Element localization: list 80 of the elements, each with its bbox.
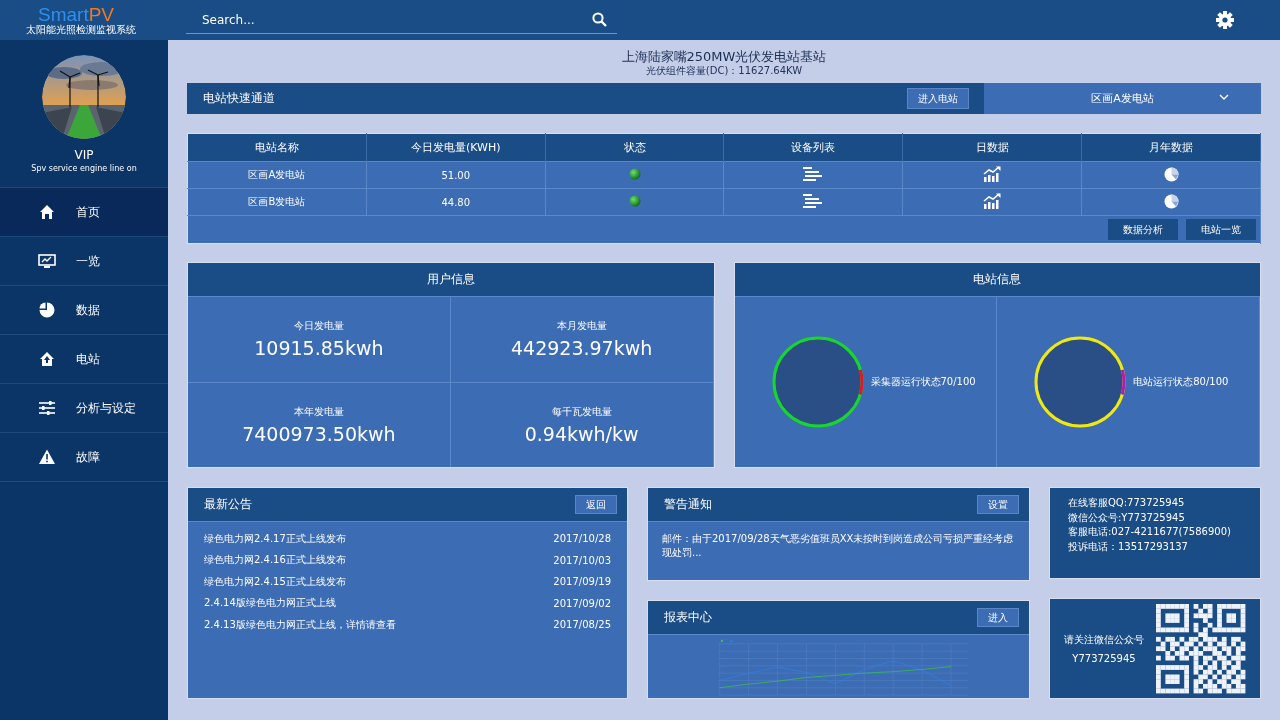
table-cell: 区画B发电站 — [187, 188, 367, 216]
sliders-icon — [38, 399, 56, 417]
column-header: 月年数据 — [1081, 133, 1261, 162]
trend-chart-icon[interactable] — [983, 166, 1002, 182]
list-icon[interactable] — [803, 194, 824, 208]
table-cell: 44.80 — [366, 188, 546, 216]
pie-icon — [38, 301, 56, 319]
home-icon — [38, 203, 56, 221]
chevron-down-icon — [1219, 94, 1229, 101]
gauge-label: 采集器运行状态70/100 — [870, 375, 976, 389]
column-header: 今日发电量(KWH) — [366, 133, 546, 162]
search-icon[interactable] — [592, 12, 607, 27]
card-title: 警告通知 — [664, 496, 712, 513]
contact-line: 微信公众号:Y773725945 — [1068, 511, 1186, 524]
column-header: 日数据 — [902, 133, 1082, 162]
contact-line: 在线客服QQ:773725945 — [1068, 497, 1186, 510]
column-header: 设备列表 — [724, 133, 903, 162]
settings-button[interactable]: 设置 — [977, 495, 1019, 514]
stat-value: 0.94kwh/kw — [524, 422, 639, 445]
bar-title: 电站快速通道 — [202, 90, 276, 107]
warning-icon — [38, 448, 56, 466]
logo-text: SmartPV — [38, 5, 115, 24]
table-cell: 区画A发电站 — [187, 161, 367, 189]
table-action-button[interactable]: 电站一览 — [1186, 219, 1256, 240]
search-field[interactable]: Search... — [186, 6, 617, 34]
sidebar-item[interactable]: 电站 — [0, 335, 168, 384]
wechat-text: 请关注微信公众号 — [1064, 633, 1144, 647]
sidebar-item[interactable]: 故障 — [0, 433, 168, 482]
announcement-link[interactable]: 绿色电力网2.4.16正式上线发布 — [204, 553, 346, 568]
stat-label: 今日发电量 — [293, 319, 344, 334]
back-button[interactable]: 返回 — [575, 495, 617, 514]
monitor-icon — [38, 252, 56, 270]
contact-line: 投诉电话：13517293137 — [1068, 540, 1189, 553]
card-title: 用户信息 — [188, 263, 714, 296]
enter-station-button[interactable]: 进入电站 — [907, 88, 969, 109]
column-header: 电站名称 — [187, 133, 367, 162]
pie-chart-icon[interactable] — [1163, 193, 1179, 209]
user-name: VIP — [74, 148, 94, 162]
settings-icon[interactable] — [1216, 11, 1234, 29]
warning-message: 邮件：由于2017/09/28天气恶劣值班员XX未按时到岗造成公司亏损严重经考虑现处罚... — [661, 532, 1015, 560]
stat-label: 本年发电量 — [293, 404, 344, 419]
page-title: 上海陆家嘴250MW光伏发电站基站 — [620, 49, 828, 65]
legend-marker — [720, 639, 724, 643]
announcement-link[interactable]: 2.4.14版绿色电力网正式上线 — [204, 596, 336, 611]
announcement-link[interactable]: 绿色电力网2.4.17正式上线发布 — [204, 531, 346, 546]
stat-value: 7400973.50kwh — [242, 422, 396, 445]
user-tagline: Spv service engine line on — [31, 164, 137, 173]
wechat-text: Y773725945 — [1072, 653, 1136, 664]
announcement-date: 2017/09/19 — [553, 576, 611, 588]
announcement-date: 2017/10/03 — [553, 554, 611, 566]
table-cell: 51.00 — [366, 161, 546, 189]
stat-label: 本月发电量 — [556, 319, 607, 334]
card-title: 电站信息 — [734, 263, 1260, 296]
card-title: 报表中心 — [664, 609, 712, 626]
station-icon — [38, 350, 56, 368]
gauge-label: 电站运行状态80/100 — [1133, 375, 1229, 389]
sidebar-item[interactable]: 分析与设定 — [0, 384, 168, 433]
table-action-button[interactable]: 数据分析 — [1108, 219, 1178, 240]
stat-value: 442923.97kwh — [510, 337, 653, 360]
announcement-date: 2017/10/28 — [553, 533, 611, 545]
contact-line: 客服电话:027-4211677(7586900) — [1068, 526, 1232, 539]
list-icon[interactable] — [803, 167, 824, 181]
page-subtitle: 光伏组件容量(DC)：11627.64KW — [644, 65, 804, 77]
legend-marker — [730, 639, 733, 643]
card-title: 最新公告 — [204, 496, 252, 513]
column-header: 状态 — [545, 133, 724, 162]
announcement-date: 2017/09/02 — [553, 597, 611, 609]
announcement-link[interactable]: 绿色电力网2.4.15正式上线发布 — [204, 574, 346, 589]
announcement-date: 2017/08/25 — [553, 619, 611, 631]
station-dropdown[interactable]: 区画A发电站 — [984, 83, 1261, 114]
logo-subtitle: 太阳能光照检测监视系统 — [26, 24, 136, 35]
sidebar-item[interactable]: 首页 — [0, 188, 168, 237]
enter-button[interactable]: 进入 — [977, 608, 1019, 627]
sidebar-item[interactable]: 一览 — [0, 237, 168, 286]
announcement-link[interactable]: 2.4.13版绿色电力网正式上线，详情请查看 — [204, 617, 396, 632]
trend-chart-icon[interactable] — [983, 193, 1002, 209]
stat-value: 10915.85kwh — [254, 337, 384, 360]
stat-label: 每千瓦发电量 — [551, 404, 612, 419]
sidebar-item[interactable]: 数据 — [0, 286, 168, 335]
pie-chart-icon[interactable] — [1163, 166, 1179, 182]
